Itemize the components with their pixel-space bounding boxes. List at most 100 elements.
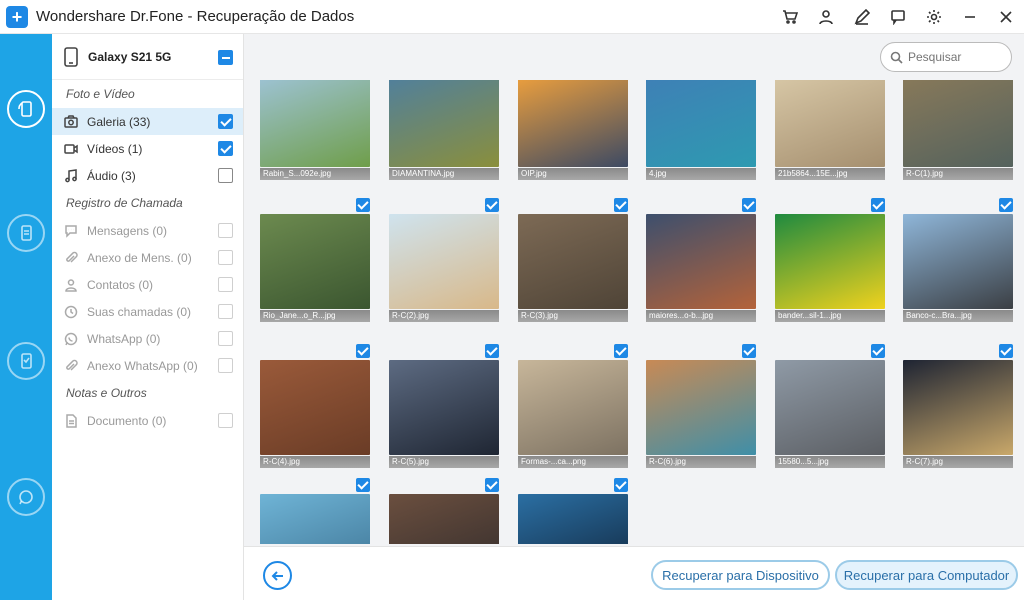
photo-checkbox[interactable]: [999, 344, 1013, 358]
photo-checkbox[interactable]: [999, 198, 1013, 212]
photo-thumbnail[interactable]: Banco-c...Bra...jpg: [903, 198, 1013, 322]
contact-icon: [64, 278, 78, 292]
sidebar-item-videos[interactable]: Vídeos (1): [52, 135, 243, 162]
gear-icon[interactable]: [916, 0, 952, 34]
phone-icon: [64, 46, 78, 67]
sidebar-item-anexo-mens[interactable]: Anexo de Mens. (0): [52, 244, 243, 271]
feedback-icon[interactable]: [880, 0, 916, 34]
photo-thumbnail[interactable]: Formas-...ca...png: [518, 344, 628, 468]
section-title: Foto e Vídeo: [66, 87, 135, 101]
photo-caption: Formas-...ca...png: [518, 456, 628, 468]
clock-icon: [64, 305, 78, 319]
mensagens-checkbox[interactable]: [218, 223, 233, 238]
select-all-checkbox[interactable]: [218, 50, 233, 65]
photo-thumbnail[interactable]: R-C(1).jpg: [903, 80, 1013, 180]
photo-checkbox[interactable]: [742, 344, 756, 358]
photo-thumbnail[interactable]: bander...sil-1...jpg: [775, 198, 885, 322]
photo-image: [903, 214, 1013, 309]
sidebar-item-label: Suas chamadas (0): [87, 304, 192, 319]
photo-thumbnail[interactable]: Ron-4.jpg: [260, 478, 370, 544]
sidebar-item-audio[interactable]: Áudio (3): [52, 162, 243, 189]
videos-checkbox[interactable]: [218, 141, 233, 156]
photo-checkbox[interactable]: [614, 478, 628, 492]
photo-checkbox[interactable]: [356, 478, 370, 492]
photo-thumbnail[interactable]: R-C(4).jpg: [260, 344, 370, 468]
main-panel: Rabin_S...092e.jpg DIAMANTINA.jpg OIP.jpg 4…: [244, 34, 1024, 600]
photo-image: [389, 360, 499, 455]
anexo-whatsapp-checkbox[interactable]: [218, 358, 233, 373]
photo-checkbox[interactable]: [871, 344, 885, 358]
recover-to-device-button[interactable]: Recuperar para Dispositivo: [651, 560, 830, 590]
sidebar-item-mensagens[interactable]: Mensagens (0): [52, 217, 243, 244]
rail-whatsapp-recovery-icon[interactable]: [7, 478, 45, 516]
sidebar-item-documento[interactable]: Documento (0): [52, 407, 243, 434]
photo-checkbox[interactable]: [742, 198, 756, 212]
photo-image: [903, 360, 1013, 455]
photo-image: [260, 360, 370, 455]
audio-checkbox[interactable]: [218, 168, 233, 183]
photo-thumbnail[interactable]: Tolanto...s-ni...jpg: [518, 478, 628, 544]
rail-broken-phone-icon[interactable]: [7, 342, 45, 380]
photo-thumbnail[interactable]: 21b5864...15E...jpg: [775, 80, 885, 180]
photo-checkbox[interactable]: [485, 344, 499, 358]
photo-caption: R-C(5).jpg: [389, 456, 499, 468]
photo-checkbox[interactable]: [485, 478, 499, 492]
device-header: Galaxy S21 5G: [52, 34, 243, 80]
photo-checkbox[interactable]: [871, 198, 885, 212]
photo-image: [646, 80, 756, 167]
sidebar-item-suas-chamadas[interactable]: Suas chamadas (0): [52, 298, 243, 325]
photo-image: [518, 494, 628, 544]
photo-checkbox[interactable]: [356, 344, 370, 358]
photo-thumbnail[interactable]: 15580...5...jpg: [775, 344, 885, 468]
sidebar-item-contatos[interactable]: Contatos (0): [52, 271, 243, 298]
whatsapp-checkbox[interactable]: [218, 331, 233, 346]
sidebar-item-label: Anexo WhatsApp (0): [87, 358, 198, 373]
galeria-checkbox[interactable]: [218, 114, 233, 129]
photo-thumbnail[interactable]: 4.jpg: [646, 80, 756, 180]
photo-image: [260, 214, 370, 309]
cart-icon[interactable]: [772, 0, 808, 34]
photo-image: [646, 214, 756, 309]
photo-checkbox[interactable]: [485, 198, 499, 212]
close-icon[interactable]: [988, 0, 1024, 34]
photo-checkbox[interactable]: [614, 198, 628, 212]
rail-phone-recovery-icon[interactable]: [7, 90, 45, 128]
photo-checkbox[interactable]: [356, 198, 370, 212]
search-box[interactable]: [880, 42, 1012, 72]
photo-checkbox[interactable]: [614, 344, 628, 358]
photo-thumbnail[interactable]: Rabin_S...092e.jpg: [260, 80, 370, 180]
title-bar: + Wondershare Dr.Fone - Recuperação de D…: [0, 0, 1024, 34]
paperclip-icon: [64, 251, 78, 265]
sidebar-item-anexo-whatsapp[interactable]: Anexo WhatsApp (0): [52, 352, 243, 379]
documento-checkbox[interactable]: [218, 413, 233, 428]
photo-thumbnail[interactable]: R-C(8).jpg: [389, 478, 499, 544]
suas-chamadas-checkbox[interactable]: [218, 304, 233, 319]
photo-thumbnail[interactable]: R-C(2).jpg: [389, 198, 499, 322]
photo-thumbnail[interactable]: DIAMANTINA.jpg: [389, 80, 499, 180]
photo-thumbnail[interactable]: R-C(7).jpg: [903, 344, 1013, 468]
photo-thumbnail[interactable]: R-C(6).jpg: [646, 344, 756, 468]
rail-backup-recovery-icon[interactable]: [7, 214, 45, 252]
minimize-icon[interactable]: [952, 0, 988, 34]
edit-icon[interactable]: [844, 0, 880, 34]
sidebar-item-whatsapp[interactable]: WhatsApp (0): [52, 325, 243, 352]
photo-thumbnail[interactable]: OIP.jpg: [518, 80, 628, 180]
sidebar-item-label: WhatsApp (0): [87, 331, 161, 346]
recover-to-computer-button[interactable]: Recuperar para Computador: [835, 560, 1018, 590]
photo-thumbnail[interactable]: R-C(3).jpg: [518, 198, 628, 322]
search-input[interactable]: [908, 50, 1008, 64]
photo-image: [903, 80, 1013, 167]
photo-image: [389, 214, 499, 309]
user-icon[interactable]: [808, 0, 844, 34]
anexo-mens-checkbox[interactable]: [218, 250, 233, 265]
image-icon: [64, 114, 78, 129]
photo-thumbnail[interactable]: R-C(5).jpg: [389, 344, 499, 468]
photo-image: [260, 80, 370, 167]
sidebar-item-galeria[interactable]: Galeria (33): [52, 108, 243, 135]
photo-caption: R-C(7).jpg: [903, 456, 1013, 468]
contatos-checkbox[interactable]: [218, 277, 233, 292]
video-icon: [64, 142, 78, 156]
photo-thumbnail[interactable]: maiores...o-b...jpg: [646, 198, 756, 322]
photo-thumbnail[interactable]: Rio_Jane...o_R...jpg: [260, 198, 370, 322]
back-button[interactable]: [263, 561, 292, 590]
